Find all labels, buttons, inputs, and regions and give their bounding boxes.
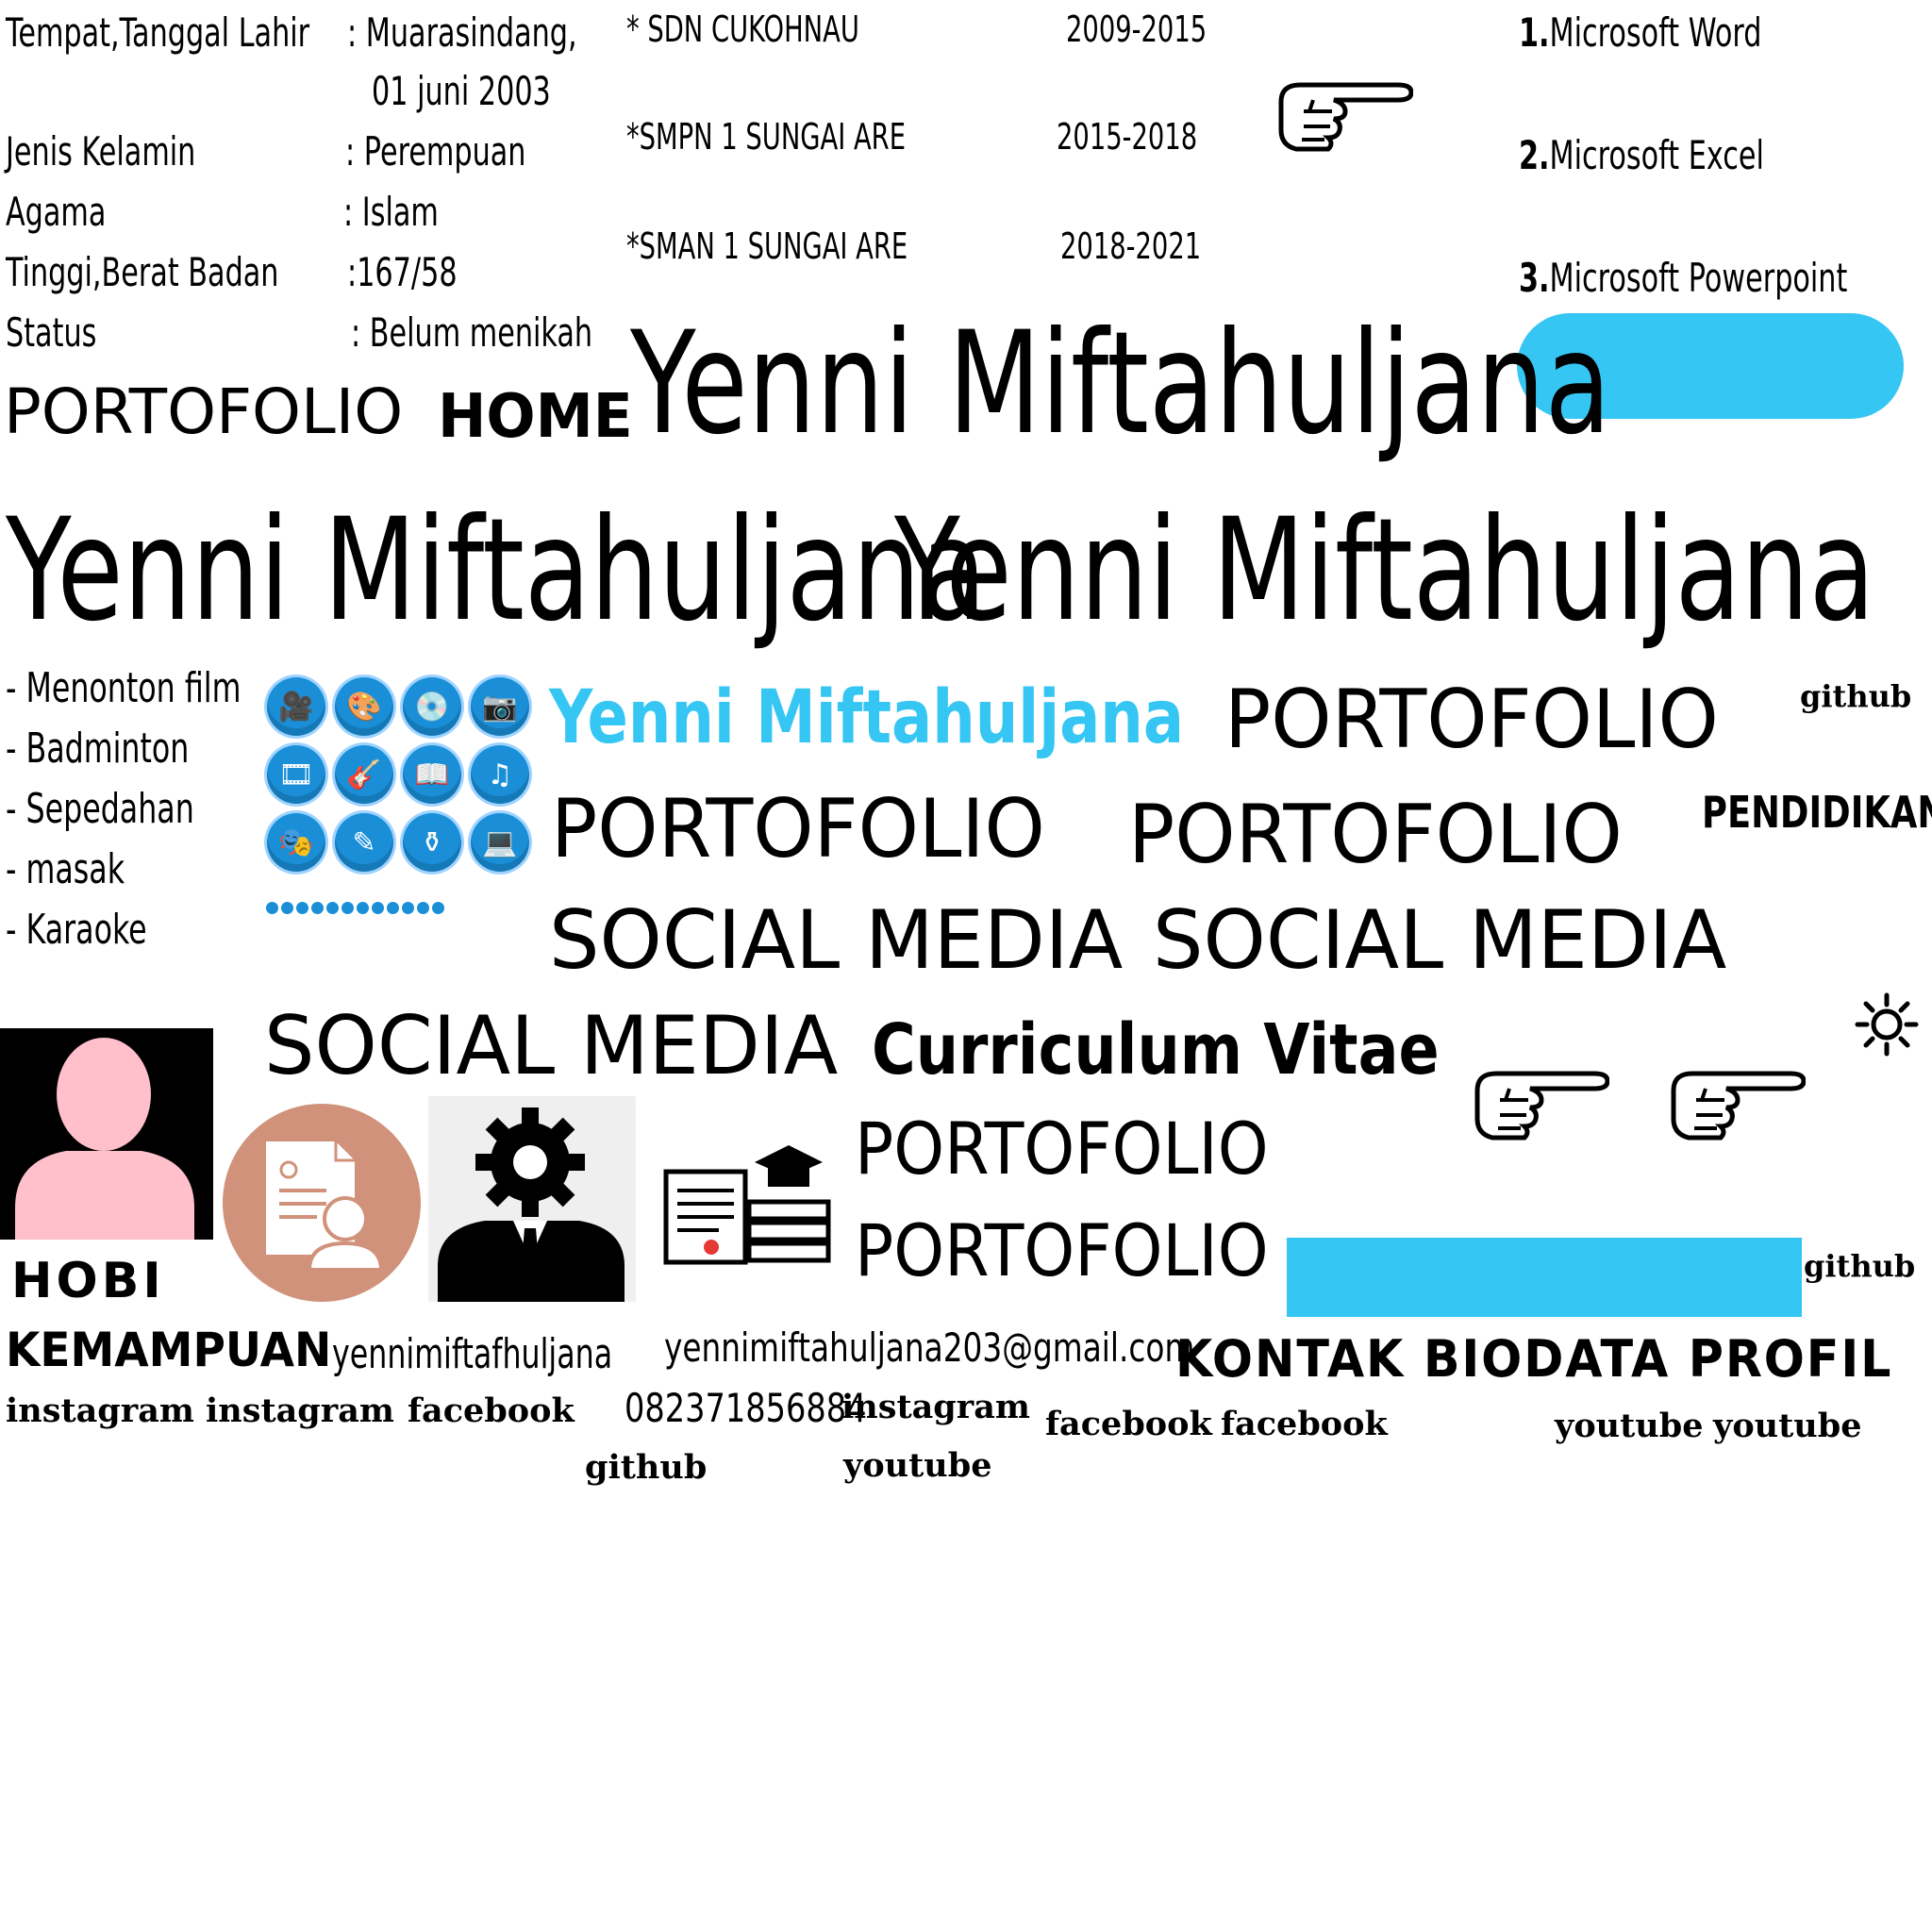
skill-2-name: Microsoft Excel (1549, 132, 1764, 178)
skill-1-name: Microsoft Word (1549, 9, 1762, 56)
skill-3-num: 3. (1519, 255, 1550, 301)
facebook-link-2[interactable]: facebook (1045, 1407, 1212, 1441)
photo-icon: 📷 (471, 677, 529, 736)
hobby-item-3: - Sepedahan (6, 785, 194, 833)
skill-1: 1.Microsoft Word (1519, 13, 1761, 53)
skill-1-num: 1. (1519, 9, 1550, 56)
person-silhouette-icon (15, 1038, 194, 1240)
name-title-3: Yenni Miftahuljana (894, 489, 1875, 653)
guitar-icon: 🎸 (335, 745, 393, 804)
instagram-link-1[interactable]: instagram (6, 1394, 194, 1427)
hobby-item-1: - Menonton film (6, 664, 242, 712)
contact-email[interactable]: yennimiftahuljana203@gmail.com (664, 1328, 1194, 1368)
height-weight-label: Tinggi,Berat Badan (6, 249, 279, 295)
skill-3-name: Microsoft Powerpoint (1549, 255, 1848, 301)
github-link-1[interactable]: github (1800, 681, 1911, 711)
nav-portofolio-4[interactable]: PORTOFOLIO (1128, 794, 1623, 875)
music-note-icon: ♫ (471, 745, 529, 804)
writing-icon: ✎ (335, 813, 393, 872)
nav-portofolio-3[interactable]: PORTOFOLIO (551, 789, 1045, 870)
vase-icon: ⚱ (403, 813, 461, 872)
education-school-3: *SMAN 1 SUNGAI ARE (626, 225, 908, 267)
skill-2: 2.Microsoft Excel (1519, 136, 1764, 175)
hobby-item-2: - Badminton (6, 724, 190, 773)
nav-hobi[interactable]: HOBI (11, 1257, 165, 1306)
hobby-icon-grid: 🎥 🎨 💿 📷 🎞 🎸 📖 ♫ 🎭 ✎ ⚱ 💻 (267, 677, 529, 872)
accent-bar-button[interactable] (1287, 1238, 1802, 1317)
skill-3: 3.Microsoft Powerpoint (1519, 258, 1847, 298)
bottom-nav: KONTAK BIODATA PROFIL (1175, 1334, 1892, 1385)
education-school-1: * SDN CUKOHNAU (626, 8, 859, 50)
nav-kemampuan[interactable]: KEMAMPUAN (6, 1326, 331, 1374)
diploma-books-icon (662, 1136, 832, 1272)
education-years-1: 2009-2015 (1066, 8, 1208, 50)
contact-phone[interactable]: 082371856884 (625, 1389, 867, 1428)
nav-curriculum-vitae[interactable]: Curriculum Vitae (872, 1015, 1440, 1085)
religion-label: Agama (6, 189, 107, 235)
status-value: : Belum menikah (351, 309, 593, 356)
education-school-2: *SMPN 1 SUNGAI ARE (626, 116, 906, 158)
resume-icon[interactable] (223, 1104, 421, 1302)
sun-icon (1855, 992, 1919, 1060)
nav-biodata[interactable]: BIODATA (1424, 1329, 1670, 1389)
education-years-2: 2015-2018 (1057, 116, 1198, 158)
gender-value: : Perempuan (345, 128, 526, 175)
birth-value-place: : Muarasindang, (347, 9, 577, 56)
hobby-mini-icon-strip (266, 902, 444, 914)
paint-palette-icon: 🎨 (335, 677, 393, 736)
nav-profil[interactable]: PROFIL (1689, 1329, 1893, 1389)
theater-masks-icon: 🎭 (267, 813, 325, 872)
github-link-2[interactable]: github (1804, 1251, 1915, 1281)
video-camera-icon: 🎥 (267, 677, 325, 736)
status-label: Status (6, 309, 97, 356)
youtube-link-2[interactable]: youtube (1713, 1409, 1861, 1442)
nav-portofolio-2[interactable]: PORTOFOLIO (1224, 679, 1719, 760)
gender-label: Jenis Kelamin (6, 128, 196, 175)
nav-portofolio-6[interactable]: PORTOFOLIO (855, 1215, 1269, 1287)
facebook-link-3[interactable]: facebook (1221, 1407, 1388, 1441)
github-link-3[interactable]: github (585, 1451, 707, 1484)
name-title-1: Yenni Miftahuljana (630, 302, 1611, 466)
birth-value-date: 01 juni 2003 (372, 68, 551, 114)
disc-icon: 💿 (403, 677, 461, 736)
laptop-icon: 💻 (471, 813, 529, 872)
pointing-hand-icon (1472, 1062, 1610, 1145)
nav-portofolio-5[interactable]: PORTOFOLIO (855, 1113, 1269, 1185)
religion-value: : Islam (343, 189, 439, 235)
nav-portofolio-1[interactable]: PORTOFOLIO (4, 381, 403, 443)
nav-social-media-1[interactable]: SOCIAL MEDIA (549, 900, 1123, 981)
nav-kontak[interactable]: KONTAK (1175, 1329, 1405, 1389)
avatar (0, 1028, 213, 1240)
hobby-item-4: - masak (6, 845, 125, 893)
youtube-link-1[interactable]: youtube (1555, 1409, 1703, 1442)
gear-head-person-icon (428, 1096, 636, 1302)
book-icon: 📖 (403, 745, 461, 804)
nav-home[interactable]: HOME (438, 387, 633, 447)
name-accent: Yenni Miftahuljana (549, 675, 1184, 760)
nav-social-media-2[interactable]: SOCIAL MEDIA (1153, 900, 1726, 981)
name-title-2: Yenni Miftahuljana (6, 489, 987, 653)
birth-label: Tempat,Tanggal Lahir (6, 9, 310, 56)
facebook-link-1[interactable]: facebook (408, 1394, 575, 1427)
education-years-3: 2018-2021 (1060, 225, 1202, 267)
youtube-link-3[interactable]: youtube (843, 1449, 991, 1482)
pointing-hand-icon (1668, 1062, 1807, 1145)
instagram-link-3[interactable]: instagram (841, 1391, 1030, 1424)
pointing-hand-icon (1275, 74, 1414, 157)
film-strip-icon: 🎞 (267, 745, 325, 804)
height-weight-value: :167/58 (347, 249, 458, 295)
skill-2-num: 2. (1519, 132, 1550, 178)
nav-pendidikan[interactable]: PENDIDIKAN (1702, 791, 1932, 834)
instagram-link-2[interactable]: instagram (206, 1394, 394, 1427)
nav-social-media-3[interactable]: SOCIAL MEDIA (264, 1006, 838, 1087)
hobby-item-5: - Karaoke (6, 906, 147, 954)
contact-username: yennimiftafhuljana (332, 1330, 613, 1378)
